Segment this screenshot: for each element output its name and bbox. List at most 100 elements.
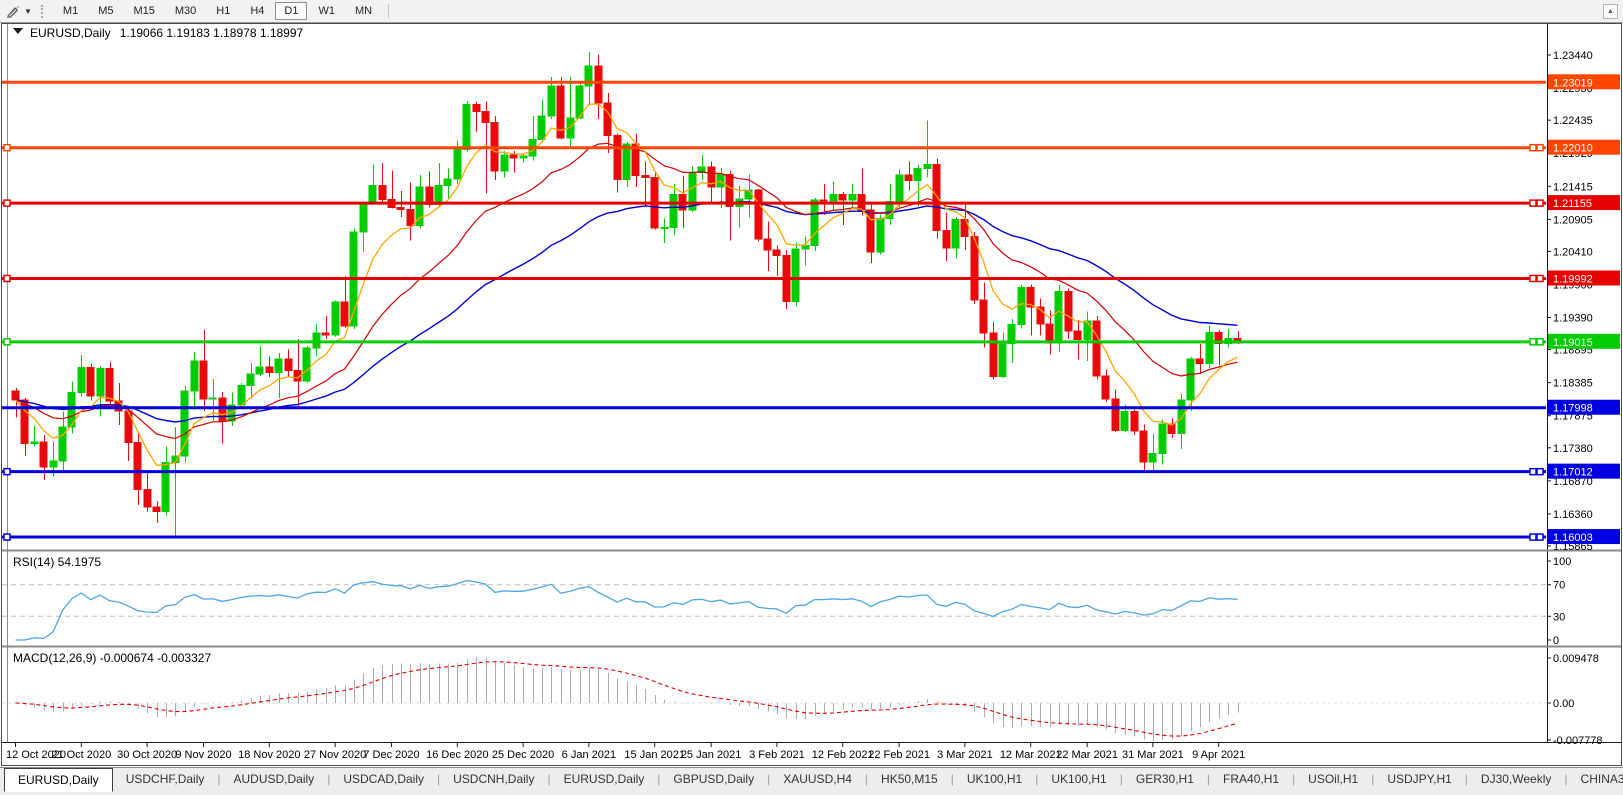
chart-tab-eurusd-daily[interactable]: EURUSD,Daily [551,768,658,790]
svg-text:22 Mar 2021: 22 Mar 2021 [1056,749,1118,761]
svg-text:22 Feb 2021: 22 Feb 2021 [868,749,930,761]
toolbar-scroll-up-icon[interactable]: ▲ [1603,4,1618,19]
svg-text:0.00: 0.00 [1553,698,1574,710]
chart-tab-usdjpy-h1[interactable]: USDJPY,H1 [1374,768,1464,790]
tool-dropdown-caret-icon[interactable]: ▼ [24,7,32,16]
svg-text:1.19015: 1.19015 [1553,337,1593,349]
chart-tab-usdcad-daily[interactable]: USDCAD,Daily [330,768,437,790]
chart-tab-bar: EURUSD,DailyUSDCHF,Daily|AUDUSD,Daily|US… [0,767,1623,795]
pencil-icon [6,4,20,18]
svg-text:12 Feb 2021: 12 Feb 2021 [812,749,874,761]
svg-text:1.20905: 1.20905 [1553,214,1593,226]
toolbar-separator [388,4,389,18]
svg-text:25 Jan 2021: 25 Jan 2021 [681,749,742,761]
svg-text:30: 30 [1553,611,1565,623]
svg-text:1.23440: 1.23440 [1553,50,1593,62]
chart-tab-eurusd-daily[interactable]: EURUSD,Daily [4,768,113,792]
svg-text:6 Jan 2021: 6 Jan 2021 [562,749,616,761]
svg-text:0.009478: 0.009478 [1553,653,1599,665]
timeframe-button-m30[interactable]: M30 [166,2,205,20]
hline-handle[interactable] [1530,534,1536,540]
mt4-terminal: ▼ M1M5M15M30H1H4D1W1MN ▲ 1.234401.229301… [0,0,1623,795]
svg-text:1.20410: 1.20410 [1553,246,1593,258]
line-tools-icon[interactable] [5,3,21,19]
chart-tab-ger30-h1[interactable]: GER30,H1 [1123,768,1207,790]
timeframe-button-mn[interactable]: MN [346,2,381,20]
svg-text:1.21155: 1.21155 [1553,198,1592,210]
svg-text:1.17998: 1.17998 [1553,403,1593,415]
svg-text:9 Apr 2021: 9 Apr 2021 [1192,749,1245,761]
svg-text:1.17012: 1.17012 [1553,467,1593,479]
svg-text:21 Oct 2020: 21 Oct 2020 [51,749,111,761]
chart-title: EURUSD,Daily1.19066 1.19183 1.18978 1.18… [30,26,304,40]
chart-tab-uk100-h1[interactable]: UK100,H1 [954,768,1035,790]
hline-handle[interactable] [1530,275,1536,281]
timeframe-button-h1[interactable]: H1 [207,2,239,20]
timeframe-toolbar: ▼ M1M5M15M30H1H4D1W1MN ▲ [0,0,1623,23]
svg-text:1.22435: 1.22435 [1553,115,1593,127]
hline-handle[interactable] [4,339,10,345]
svg-text:18 Nov 2020: 18 Nov 2020 [238,749,300,761]
svg-text:-0.007778: -0.007778 [1553,735,1603,747]
chart-window[interactable]: 1.234401.229301.224351.219251.214151.209… [0,0,1623,795]
hline-handle[interactable] [1537,339,1543,345]
svg-text:1.23019: 1.23019 [1553,77,1593,89]
hline-handle[interactable] [1537,275,1543,281]
timeframe-button-m1[interactable]: M1 [54,2,87,20]
chart-tab-xauusd-h4[interactable]: XAUUSD,H4 [770,768,865,790]
hline-handle[interactable] [4,200,10,206]
hline-handle[interactable] [4,534,10,540]
chart-tab-usdchf-daily[interactable]: USDCHF,Daily [113,768,218,790]
timeframe-button-h4[interactable]: H4 [241,2,273,20]
svg-text:1.19390: 1.19390 [1553,313,1593,325]
hline-handle[interactable] [1530,200,1536,206]
chart-tab-china300-h1[interactable]: CHINA300,H1 [1568,768,1623,790]
svg-text:3 Feb 2021: 3 Feb 2021 [749,749,805,761]
chart-tab-hk50-m15[interactable]: HK50,M15 [868,768,951,790]
chart-tab-gbpusd-daily[interactable]: GBPUSD,Daily [660,768,767,790]
svg-text:3 Mar 2021: 3 Mar 2021 [937,749,993,761]
hline-handle[interactable] [1537,145,1543,151]
svg-text:1.22010: 1.22010 [1553,143,1593,155]
rsi-indicator-label: RSI(14) 54.1975 [13,555,101,569]
svg-text:1.16003: 1.16003 [1553,532,1593,544]
svg-text:12 Mar 2021: 12 Mar 2021 [1000,749,1062,761]
chart-tab-audusd-daily[interactable]: AUDUSD,Daily [221,768,328,790]
timeframe-button-m5[interactable]: M5 [89,2,122,20]
svg-text:31 Mar 2021: 31 Mar 2021 [1122,749,1184,761]
chart-tab-uk100-h1[interactable]: UK100,H1 [1038,768,1119,790]
timeframe-button-d1[interactable]: D1 [275,2,307,20]
timeframe-buttons: M1M5M15M30H1H4D1W1MN [53,2,382,20]
svg-text:1.19992: 1.19992 [1553,273,1593,285]
hline-handle[interactable] [4,469,10,475]
timeframe-button-m15[interactable]: M15 [124,2,163,20]
svg-text:70: 70 [1553,580,1565,592]
toolbar-grip [41,5,43,18]
macd-indicator-label: MACD(12,26,9) -0.000674 -0.003327 [13,651,211,665]
svg-text:7 Dec 2020: 7 Dec 2020 [363,749,419,761]
svg-text:16 Dec 2020: 16 Dec 2020 [426,749,488,761]
chart-tab-usoil-h1[interactable]: USOil,H1 [1295,768,1371,790]
chart-tab-dj30-weekly[interactable]: DJ30,Weekly [1468,768,1564,790]
chart-tab-usdcnh-daily[interactable]: USDCNH,Daily [440,768,547,790]
hline-handle[interactable] [1537,469,1543,475]
chart-tab-fra40-h1[interactable]: FRA40,H1 [1210,768,1292,790]
timeframe-button-w1[interactable]: W1 [309,2,344,20]
svg-text:0: 0 [1553,635,1559,647]
svg-text:27 Nov 2020: 27 Nov 2020 [304,749,366,761]
svg-text:100: 100 [1553,556,1571,568]
hline-handle[interactable] [1530,145,1536,151]
hline-handle[interactable] [4,145,10,151]
hline-handle[interactable] [1530,469,1536,475]
svg-text:25 Dec 2020: 25 Dec 2020 [492,749,554,761]
hline-handle[interactable] [1537,200,1543,206]
svg-text:1.16360: 1.16360 [1553,509,1593,521]
svg-text:15 Jan 2021: 15 Jan 2021 [624,749,685,761]
hline-handle[interactable] [1530,339,1536,345]
hline-handle[interactable] [4,275,10,281]
svg-text:9 Nov 2020: 9 Nov 2020 [175,749,231,761]
hline-handle[interactable] [1537,534,1543,540]
svg-text:30 Oct 2020: 30 Oct 2020 [117,749,177,761]
svg-text:1.21415: 1.21415 [1553,181,1593,193]
svg-text:1.17380: 1.17380 [1553,443,1593,455]
